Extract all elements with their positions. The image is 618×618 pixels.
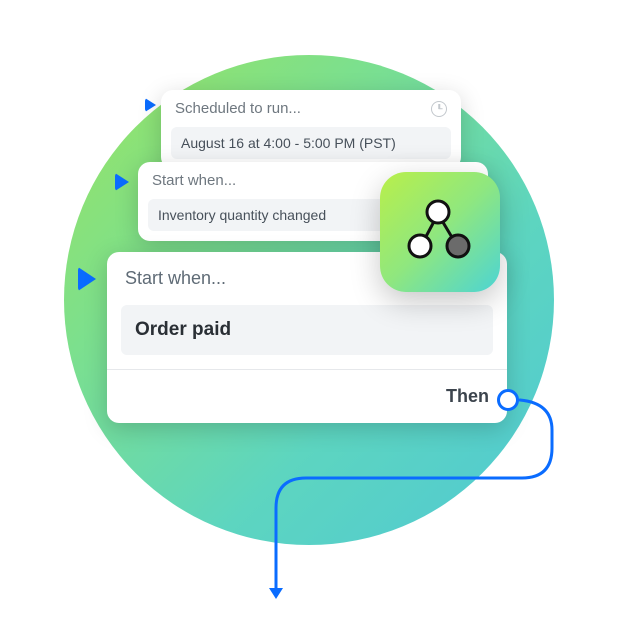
arrow-down-icon <box>269 588 283 599</box>
output-port[interactable] <box>497 389 519 411</box>
play-icon <box>78 267 96 291</box>
clock-icon <box>431 101 447 117</box>
workflow-app-icon <box>380 172 500 292</box>
card-body: Order paid <box>121 305 493 355</box>
card-header-text: Scheduled to run... <box>175 100 301 117</box>
card-body-text: August 16 at 4:00 - 5:00 PM (PST) <box>181 135 396 151</box>
card-header-text: Start when... <box>152 172 236 189</box>
play-icon <box>145 98 156 112</box>
play-icon <box>115 173 129 191</box>
card-footer: Then <box>107 369 507 423</box>
card-body-text: Inventory quantity changed <box>158 207 326 223</box>
card-header-text: Start when... <box>125 268 226 289</box>
workflow-card-scheduled[interactable]: Scheduled to run... August 16 at 4:00 - … <box>161 90 461 169</box>
card-body: August 16 at 4:00 - 5:00 PM (PST) <box>171 127 451 159</box>
card-body-text: Order paid <box>135 319 231 340</box>
card-header: Scheduled to run... <box>161 90 461 127</box>
node-graph-icon <box>400 192 480 272</box>
then-label: Then <box>446 386 489 406</box>
